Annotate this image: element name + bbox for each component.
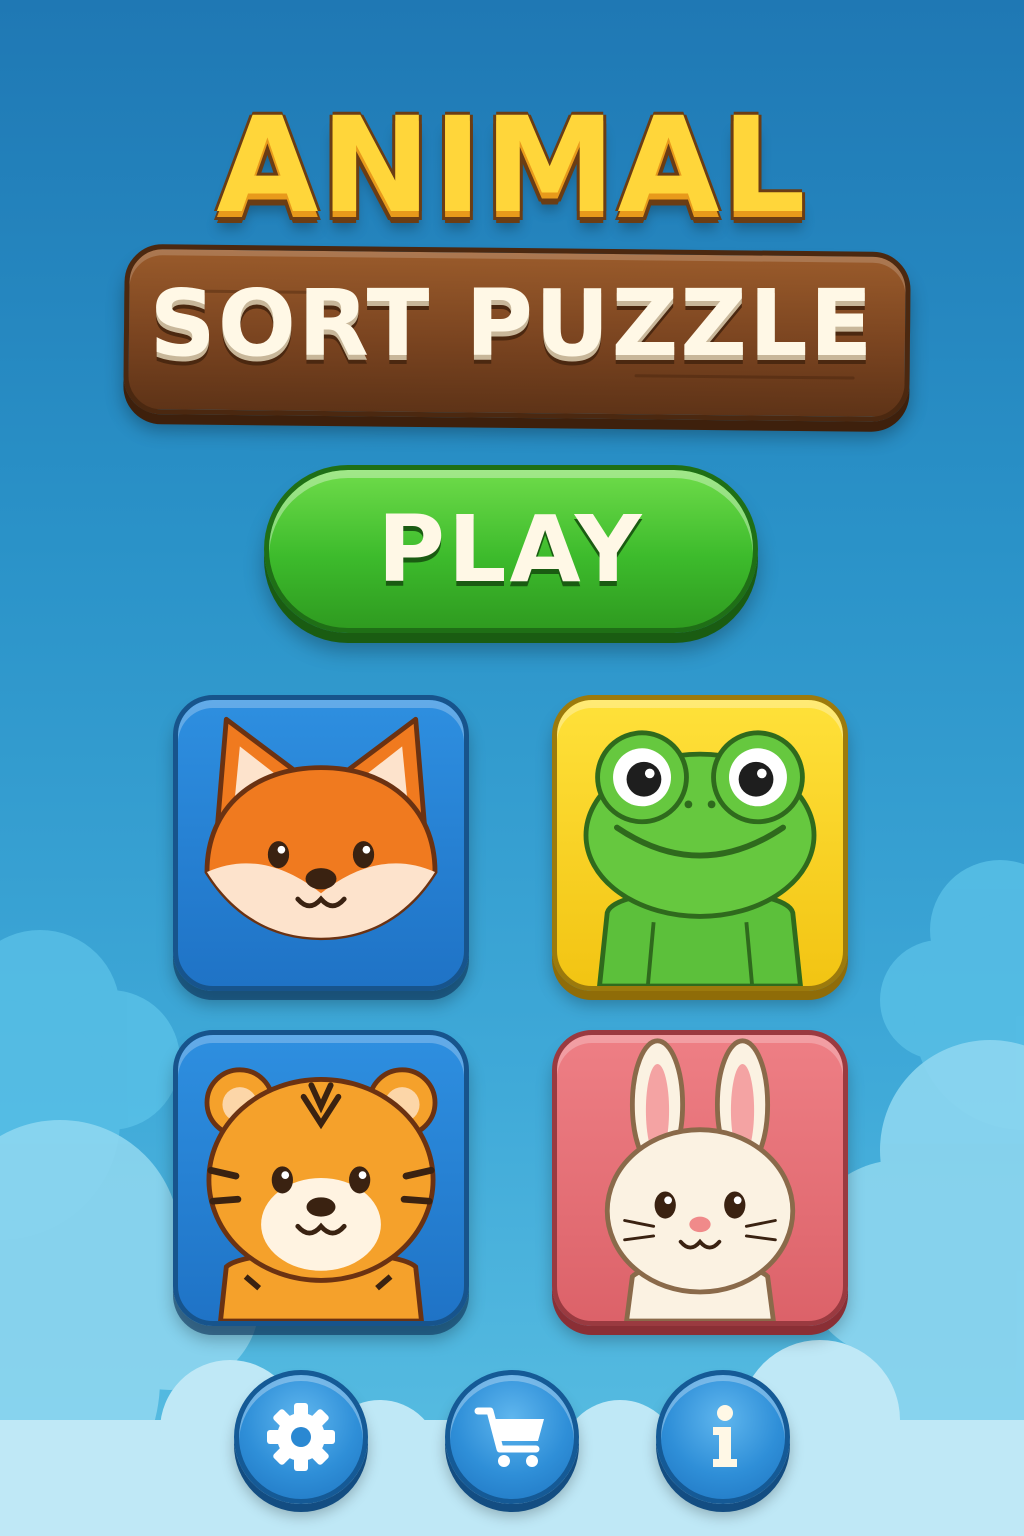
fox-icon bbox=[204, 716, 438, 941]
animal-tile-fox[interactable] bbox=[173, 695, 469, 991]
info-button[interactable] bbox=[656, 1370, 790, 1504]
bunny-icon bbox=[604, 1038, 796, 1321]
frog-icon bbox=[583, 730, 817, 986]
animal-tile-bunny[interactable] bbox=[552, 1030, 848, 1326]
settings-button[interactable] bbox=[234, 1370, 368, 1504]
animal-tile-frog[interactable] bbox=[552, 695, 848, 991]
info-icon bbox=[713, 1405, 737, 1467]
play-button-label: PLAY bbox=[377, 495, 645, 603]
animal-tile-tiger[interactable] bbox=[173, 1030, 469, 1326]
shop-button[interactable] bbox=[445, 1370, 579, 1504]
cart-icon bbox=[474, 1407, 544, 1467]
title-animal: ANIMAL bbox=[216, 89, 808, 243]
gear-icon bbox=[267, 1403, 335, 1471]
play-button[interactable]: PLAY bbox=[264, 465, 758, 633]
title-sort-puzzle: SORT PUZZLE bbox=[149, 270, 875, 377]
tiger-icon bbox=[204, 1067, 438, 1321]
